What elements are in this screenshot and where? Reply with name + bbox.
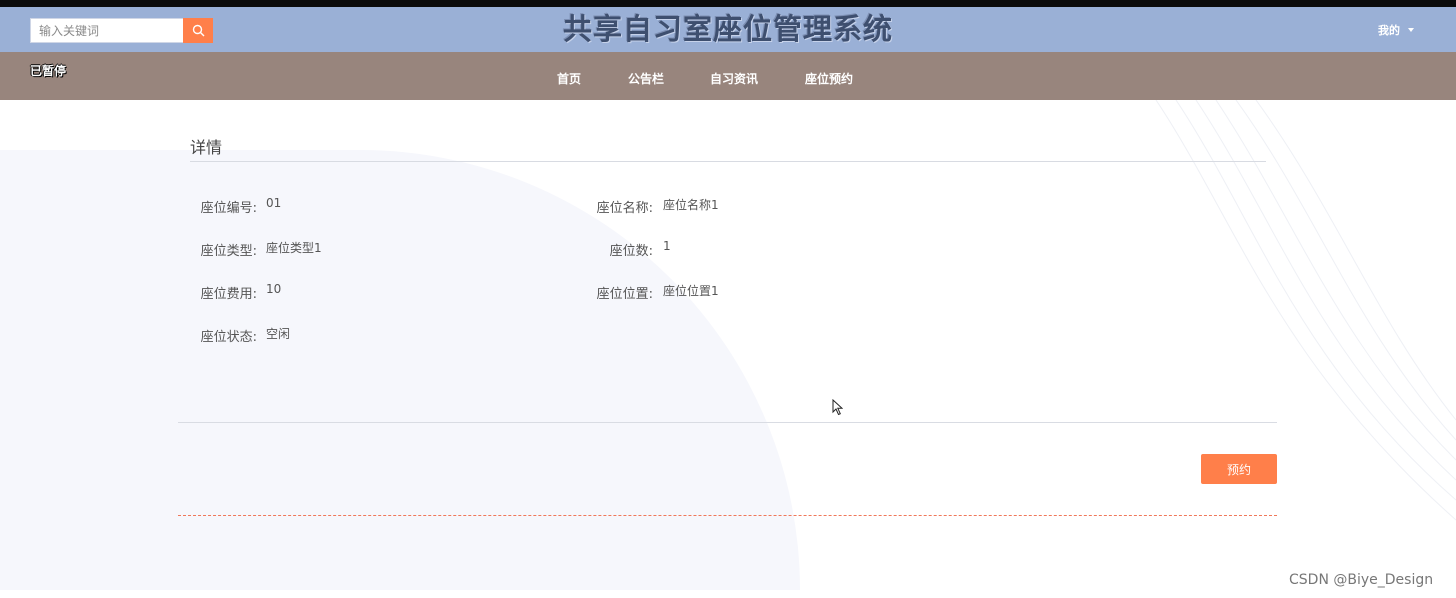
nav-item-seat-reservation[interactable]: 座位预约	[805, 70, 853, 87]
seat-status-label: 座位状态:	[200, 330, 257, 345]
nav-item-notice[interactable]: 公告栏	[628, 70, 664, 87]
status-text: 已暂停	[30, 64, 67, 78]
nav-item-home[interactable]: 首页	[557, 70, 581, 87]
seat-type-value: 座位类型1	[266, 241, 322, 255]
watermark: CSDN @Biye_Design	[1289, 572, 1434, 588]
seat-location-label: 座位位置:	[596, 287, 653, 302]
seat-fee-value: 10	[266, 282, 282, 296]
seat-location-value: 座位位置1	[663, 284, 719, 298]
user-menu[interactable]: 我的	[1378, 22, 1414, 38]
mouse-cursor-icon	[832, 399, 843, 416]
navbar: 已暂停 首页 公告栏 自习资讯 座位预约	[0, 52, 1456, 100]
seat-type-label: 座位类型:	[200, 244, 257, 259]
detail-panel: 详情 座位编号: 01 座位名称: 座位名称1 座位类型: 座位类型1 座位数:…	[0, 100, 1456, 562]
seat-count-value: 1	[663, 239, 671, 253]
caret-down-icon	[1408, 28, 1414, 32]
window-top-strip	[0, 0, 1456, 7]
site-title: 共享自习室座位管理系统	[562, 12, 893, 46]
dashed-divider	[178, 515, 1277, 516]
title-divider	[190, 161, 1266, 162]
section-title: 详情	[190, 138, 223, 157]
seat-name-value: 座位名称1	[663, 198, 719, 212]
seat-no-value: 01	[266, 196, 282, 210]
seat-fee-label: 座位费用:	[200, 287, 257, 302]
seat-status-value: 空闲	[266, 327, 291, 341]
seat-count-label: 座位数:	[609, 244, 653, 259]
nav-item-news[interactable]: 自习资讯	[710, 70, 758, 87]
seat-no-label: 座位编号:	[200, 201, 257, 216]
reserve-button[interactable]: 预约	[1201, 454, 1277, 484]
seat-name-label: 座位名称:	[596, 201, 653, 216]
content-divider	[178, 422, 1277, 423]
header: 共享自习室座位管理系统 我的	[0, 7, 1456, 52]
user-menu-label: 我的	[1378, 24, 1400, 37]
